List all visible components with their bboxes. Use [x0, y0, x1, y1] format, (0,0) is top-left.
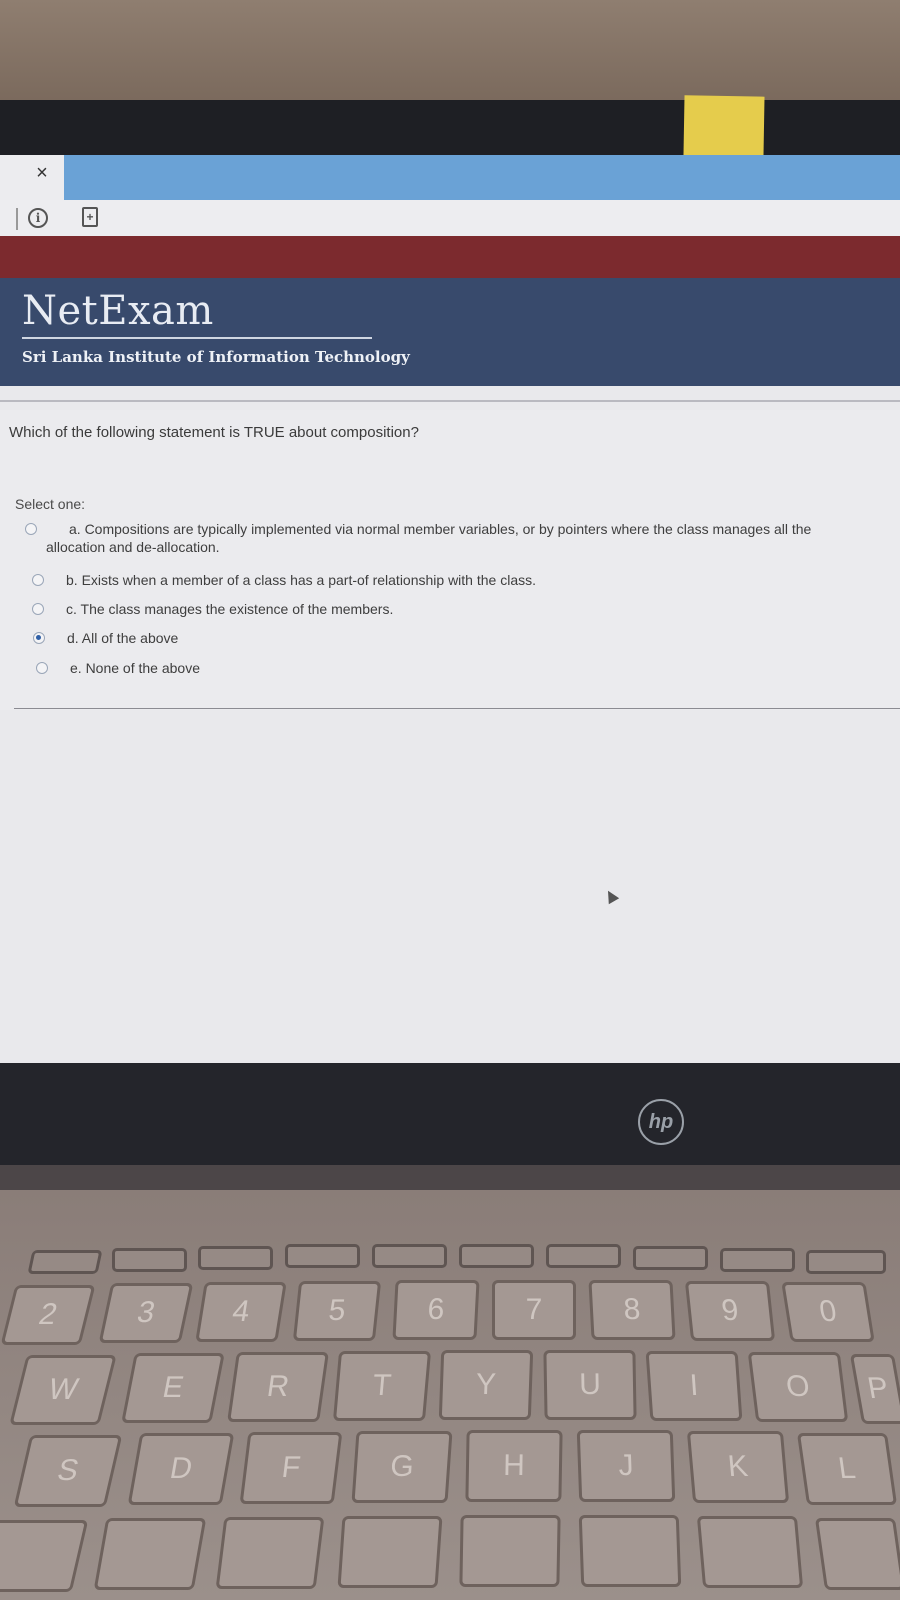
key-e[interactable]: E	[121, 1353, 225, 1423]
question-text: Which of the following statement is TRUE…	[9, 424, 419, 441]
answer-option-b[interactable]: b. Exists when a member of a class has a…	[32, 571, 536, 589]
key-g[interactable]: G	[351, 1431, 453, 1503]
key-7[interactable]: 7	[492, 1280, 576, 1340]
option-label: e. None of the above	[70, 660, 200, 676]
sticky-note	[683, 95, 765, 157]
laptop-screen: × i + NetExam Sri Lanka Institute of Inf…	[0, 155, 900, 1063]
answer-option-c[interactable]: c. The class manages the existence of th…	[32, 600, 393, 618]
key-d[interactable]: D	[127, 1433, 235, 1505]
hp-logo: hp	[638, 1099, 684, 1145]
header-divider	[0, 400, 900, 402]
key-k[interactable]: K	[686, 1431, 790, 1503]
key-l[interactable]: L	[796, 1433, 898, 1505]
keyboard-key[interactable]	[337, 1516, 443, 1588]
key-0[interactable]: 0	[781, 1282, 875, 1342]
function-key[interactable]	[285, 1244, 360, 1268]
keyboard-key[interactable]	[93, 1518, 207, 1590]
function-key[interactable]	[546, 1244, 621, 1268]
key-w[interactable]: W	[9, 1355, 117, 1425]
key-4[interactable]: 4	[195, 1282, 287, 1342]
active-tab-strip[interactable]	[64, 155, 900, 200]
key-j[interactable]: J	[576, 1430, 676, 1502]
function-key[interactable]	[459, 1244, 534, 1268]
select-one-label: Select one:	[15, 496, 86, 512]
key-6[interactable]: 6	[392, 1280, 480, 1340]
key-y[interactable]: Y	[438, 1350, 534, 1420]
site-header: NetExam Sri Lanka Institute of Informati…	[0, 278, 900, 386]
card-divider	[14, 708, 900, 709]
function-key[interactable]	[806, 1250, 886, 1274]
key-h[interactable]: H	[465, 1430, 563, 1502]
close-icon[interactable]: ×	[30, 161, 54, 185]
key-u[interactable]: U	[543, 1350, 637, 1420]
option-label: c. The class manages the existence of th…	[66, 601, 394, 617]
keyboard-key[interactable]	[696, 1516, 804, 1588]
radio-button[interactable]	[25, 523, 37, 535]
function-key[interactable]	[720, 1248, 795, 1272]
page-icon[interactable]: +	[82, 207, 98, 227]
radio-button[interactable]	[32, 603, 44, 615]
site-top-band	[0, 236, 900, 278]
option-label: a. Compositions are typically implemente…	[69, 521, 812, 537]
answer-option-d[interactable]: d. All of the above	[33, 629, 178, 647]
radio-button-selected[interactable]	[33, 632, 45, 644]
key-3[interactable]: 3	[98, 1283, 194, 1343]
laptop-bottom-bezel: hp	[0, 1063, 900, 1175]
browser-toolbar: i +	[0, 200, 900, 236]
radio-button[interactable]	[32, 574, 44, 586]
key-i[interactable]: I	[645, 1351, 743, 1421]
keyboard-deck: 2 3 4 5 6 7 8 9 0 W E R T Y U I O P S D …	[0, 1190, 900, 1600]
browser-tab-bar: ×	[0, 155, 900, 200]
key-t[interactable]: T	[332, 1351, 432, 1421]
key-r[interactable]: R	[227, 1352, 329, 1422]
key-8[interactable]: 8	[588, 1280, 676, 1340]
option-label-continued: allocation and de-allocation.	[46, 539, 220, 555]
function-key[interactable]	[198, 1246, 273, 1270]
function-key[interactable]	[112, 1248, 187, 1272]
question-card: Which of the following statement is TRUE…	[0, 410, 900, 710]
function-key[interactable]	[372, 1244, 447, 1268]
laptop-top-bezel	[0, 100, 900, 158]
key-5[interactable]: 5	[292, 1281, 382, 1341]
keyboard-key[interactable]	[0, 1520, 89, 1592]
keyboard-key[interactable]	[215, 1517, 325, 1589]
key-2[interactable]: 2	[0, 1285, 96, 1345]
toolbar-divider	[16, 208, 18, 230]
key-f[interactable]: F	[239, 1432, 343, 1504]
option-label: b. Exists when a member of a class has a…	[66, 572, 536, 588]
radio-button[interactable]	[36, 662, 48, 674]
keyboard-key[interactable]	[814, 1518, 900, 1590]
background-wall	[0, 0, 900, 105]
answer-option-a[interactable]: a. Compositions are typically implemente…	[25, 520, 811, 556]
function-key[interactable]	[27, 1250, 103, 1274]
key-9[interactable]: 9	[684, 1281, 776, 1341]
keyboard-key[interactable]	[459, 1515, 561, 1587]
answer-option-e[interactable]: e. None of the above	[36, 659, 200, 677]
option-label: d. All of the above	[67, 630, 179, 646]
key-o[interactable]: O	[747, 1352, 849, 1422]
key-s[interactable]: S	[13, 1435, 123, 1507]
site-logo[interactable]: NetExam	[22, 288, 214, 334]
info-icon[interactable]: i	[28, 208, 48, 228]
mouse-cursor-icon	[602, 887, 620, 905]
institute-name: Sri Lanka Institute of Information Techn…	[22, 348, 410, 366]
function-key[interactable]	[633, 1246, 708, 1270]
keyboard-key[interactable]	[578, 1515, 682, 1587]
key-p[interactable]: P	[849, 1354, 900, 1424]
logo-underline	[22, 337, 372, 339]
